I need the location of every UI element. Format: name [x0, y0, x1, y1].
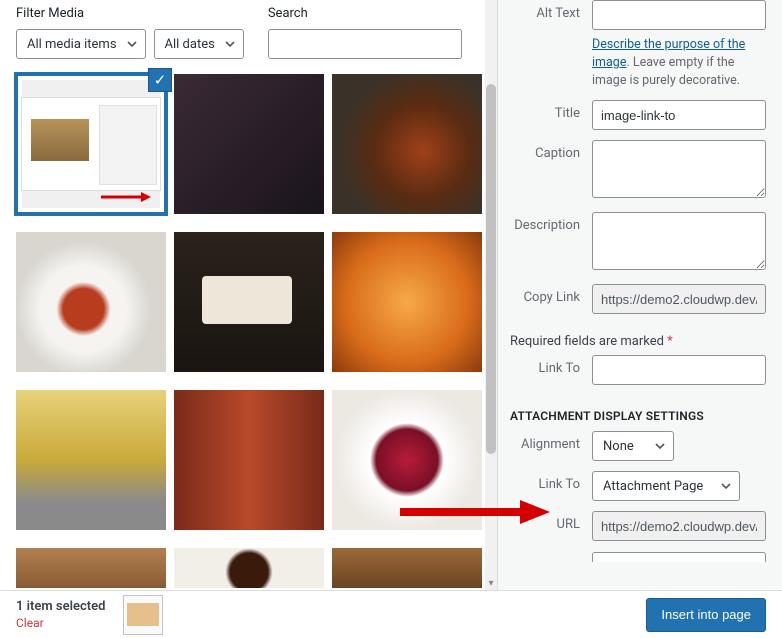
url-label: URL — [510, 511, 592, 532]
media-thumb[interactable] — [174, 390, 324, 530]
display-settings-header: ATTACHMENT DISPLAY SETTINGS — [498, 395, 766, 431]
alt-text-label: Alt Text — [510, 0, 592, 21]
media-thumb[interactable] — [174, 548, 324, 588]
search-input[interactable] — [268, 29, 462, 59]
title-input[interactable] — [592, 100, 766, 130]
media-grid: ✓ — [16, 74, 484, 588]
link-to-label: Link To — [510, 355, 592, 376]
attachment-details-panel: Alt Text Describe the purpose of the ima… — [497, 0, 782, 590]
media-thumb[interactable] — [16, 232, 166, 372]
insert-into-page-button[interactable]: Insert into page — [646, 598, 766, 632]
media-date-select[interactable]: All dates — [154, 29, 244, 59]
copy-link-input[interactable] — [592, 284, 766, 314]
copy-link-label: Copy Link — [510, 284, 592, 305]
alignment-select[interactable]: None — [592, 431, 674, 461]
media-thumb[interactable]: ✓ — [16, 74, 166, 214]
partial-input[interactable] — [592, 552, 766, 562]
alignment-label: Alignment — [510, 431, 592, 452]
media-type-select[interactable]: All media items — [16, 29, 146, 59]
display-link-to-select[interactable]: Attachment Page — [592, 471, 740, 501]
alt-text-input[interactable] — [592, 0, 766, 30]
clear-selection-link[interactable]: Clear — [16, 616, 105, 630]
media-thumb[interactable] — [16, 548, 166, 588]
chevron-down-icon — [225, 39, 235, 49]
title-label: Title — [510, 100, 592, 121]
description-label: Description — [510, 212, 592, 233]
selected-thumb[interactable] — [123, 595, 163, 635]
required-asterisk: * — [667, 334, 673, 349]
media-library-panel: Filter Media All media items All dates S… — [0, 0, 497, 590]
chevron-down-icon — [127, 39, 137, 49]
check-icon[interactable]: ✓ — [148, 68, 172, 92]
display-link-to-label: Link To — [510, 471, 592, 492]
media-type-value: All media items — [27, 37, 117, 52]
scroll-down-icon[interactable]: ▾ — [485, 576, 497, 590]
description-input[interactable] — [592, 212, 766, 270]
scrollbar-thumb[interactable] — [486, 84, 496, 454]
media-thumb[interactable] — [332, 74, 482, 214]
display-link-to-value: Attachment Page — [603, 479, 703, 494]
media-thumb[interactable] — [174, 74, 324, 214]
footer-bar: 1 item selected Clear Insert into page — [0, 590, 782, 638]
alignment-value: None — [603, 439, 634, 454]
chevron-down-icon — [721, 481, 731, 491]
scrollbar[interactable]: ▾ — [485, 0, 497, 590]
media-date-value: All dates — [165, 37, 215, 52]
annotation-arrow-small — [101, 192, 151, 202]
link-to-input[interactable] — [592, 355, 766, 385]
caption-label: Caption — [510, 140, 592, 161]
media-thumb[interactable] — [174, 232, 324, 372]
filter-media-label: Filter Media — [16, 6, 244, 21]
url-input[interactable] — [592, 511, 766, 541]
required-fields-label: Required fields are marked — [510, 334, 667, 349]
media-thumb[interactable] — [332, 390, 482, 530]
chevron-down-icon — [655, 441, 665, 451]
media-thumb[interactable] — [332, 232, 482, 372]
media-thumb[interactable] — [16, 390, 166, 530]
search-label: Search — [268, 6, 462, 21]
media-thumb[interactable] — [332, 548, 482, 588]
caption-input[interactable] — [592, 140, 766, 198]
selection-count: 1 item selected — [16, 599, 105, 614]
